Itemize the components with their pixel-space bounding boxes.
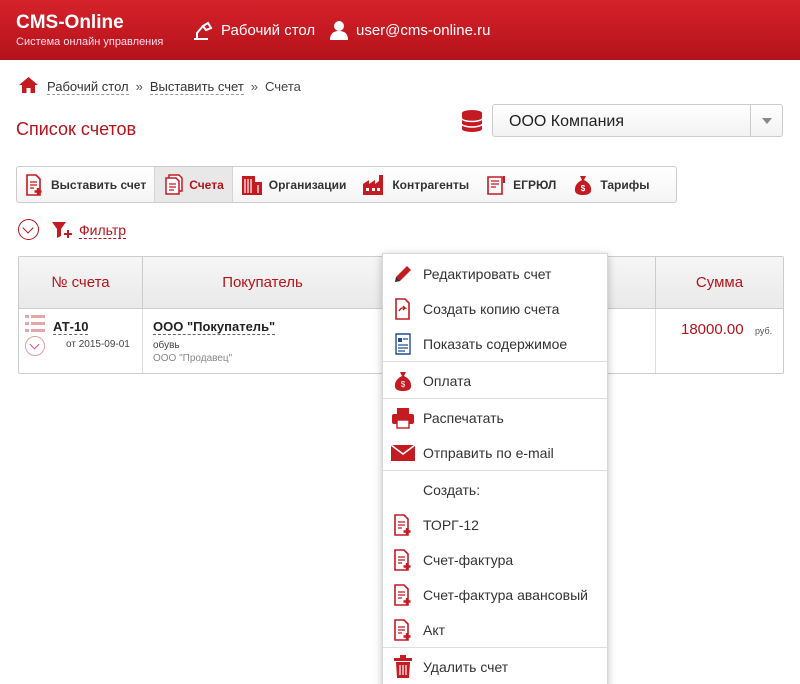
building-icon <box>241 174 263 196</box>
toolbar-organizations-label: Организации <box>268 177 347 192</box>
database-icon <box>460 109 484 136</box>
column-header-buyer[interactable]: Покупатель <box>143 257 383 308</box>
toolbar-invoices-button[interactable]: Счета <box>154 167 233 202</box>
filter-link[interactable]: Фильтр <box>79 222 127 239</box>
page-title: Список счетов <box>16 119 137 139</box>
factory-icon <box>362 174 386 196</box>
toolbar-tariffs-label: Тарифы <box>600 177 650 192</box>
breadcrumb: Рабочий стол » Выставить счет » Счета <box>18 76 301 97</box>
list-menu-icon[interactable] <box>25 315 45 336</box>
trash-icon <box>383 654 423 679</box>
money-bag-icon: $ <box>572 174 594 196</box>
row-expand-button[interactable] <box>25 336 45 356</box>
menu-item-label: Счет-фактура авансовый <box>423 586 588 603</box>
menu-item-advance-invoice[interactable]: Счет-фактура авансовый <box>383 577 607 612</box>
buyer-link[interactable]: ООО "Покупатель" <box>153 319 276 335</box>
expand-toggle-button[interactable] <box>18 219 39 240</box>
column-header-amount[interactable]: Сумма <box>655 257 783 308</box>
company-select-value: ООО Компания <box>509 113 624 130</box>
column-divider <box>142 309 143 373</box>
chevron-down-icon[interactable] <box>750 105 782 136</box>
breadcrumb-desktop[interactable]: Рабочий стол <box>47 79 129 95</box>
toolbar-counterparties-button[interactable]: Контрагенты <box>354 167 477 202</box>
desktop-link-label: Рабочий стол <box>221 21 316 39</box>
invoice-amount: 18000.00 <box>681 321 744 338</box>
home-icon[interactable] <box>18 76 39 97</box>
top-header: CMS-Online Система онлайн управления Раб… <box>0 0 800 60</box>
invoice-add-icon <box>25 173 45 196</box>
money-bag-icon: $ <box>383 370 423 392</box>
menu-divider <box>383 647 607 648</box>
filter-icon[interactable] <box>51 220 73 243</box>
invoice-currency: руб. <box>755 326 773 336</box>
menu-item-copy[interactable]: Создать копию счета <box>383 291 607 326</box>
menu-section-create: Создать: <box>423 482 481 498</box>
toolbar-organizations-button[interactable]: Организации <box>233 167 355 202</box>
menu-divider <box>383 470 607 471</box>
logo-subtitle: Система онлайн управления <box>16 36 164 48</box>
envelope-icon <box>383 443 423 462</box>
menu-divider <box>383 361 607 362</box>
menu-item-label: ТОРГ-12 <box>423 516 479 533</box>
toolbar-issue-invoice-label: Выставить счет <box>51 177 147 192</box>
main-toolbar: Выставить счет Счета Организации Контраг… <box>16 166 677 203</box>
document-add-icon <box>383 548 423 571</box>
pencil-icon <box>383 263 423 285</box>
copy-document-icon <box>383 297 423 320</box>
menu-item-label: Удалить счет <box>423 658 509 675</box>
breadcrumb-current: Счета <box>265 79 301 94</box>
menu-item-invoice-facture[interactable]: Счет-фактура <box>383 542 607 577</box>
printer-icon <box>383 407 423 429</box>
user-account-link[interactable]: user@cms-online.ru <box>330 20 490 40</box>
menu-item-label: Оплата <box>423 372 472 389</box>
menu-item-send-email[interactable]: Отправить по e-mail <box>383 435 607 470</box>
breadcrumb-separator: » <box>250 79 259 94</box>
documents-icon <box>163 173 183 196</box>
registry-icon <box>485 174 507 196</box>
menu-item-edit[interactable]: Редактировать счет <box>383 256 607 291</box>
menu-item-label: Отправить по e-mail <box>423 444 554 461</box>
menu-item-label: Создать копию счета <box>423 300 560 317</box>
column-header-number[interactable]: № счета <box>19 257 143 308</box>
menu-item-delete[interactable]: Удалить счет <box>383 649 607 684</box>
logo-title[interactable]: CMS-Online <box>16 12 124 34</box>
document-add-icon <box>383 583 423 606</box>
menu-item-label: Акт <box>423 621 446 638</box>
toolbar-egrul-label: ЕГРЮЛ <box>513 177 557 192</box>
menu-item-show-contents[interactable]: Показать содержимое <box>383 326 607 361</box>
toolbar-invoices-label: Счета <box>189 177 224 192</box>
menu-item-print[interactable]: Распечатать <box>383 400 607 435</box>
menu-item-payment[interactable]: $ Оплата <box>383 363 607 398</box>
menu-item-label: Распечатать <box>423 409 504 426</box>
user-icon <box>330 20 348 40</box>
seller-name: ООО "Продавец" <box>153 353 233 364</box>
menu-item-act[interactable]: Акт <box>383 612 607 647</box>
breadcrumb-separator: » <box>135 79 143 94</box>
menu-item-label: Показать содержимое <box>423 335 568 352</box>
company-select[interactable]: ООО Компания <box>492 104 783 137</box>
toolbar-egrul-button[interactable]: ЕГРЮЛ <box>477 167 564 202</box>
invoice-number-link[interactable]: АТ-10 <box>53 319 89 335</box>
invoice-date: от 2015-09-01 <box>66 339 130 350</box>
goods-description: обувь <box>153 340 180 351</box>
svg-text:$: $ <box>401 380 406 389</box>
toolbar-tariffs-button[interactable]: $ Тарифы <box>564 167 657 202</box>
invoice-context-menu: Редактировать счет Создать копию счета П… <box>382 253 608 684</box>
menu-item-label: Редактировать счет <box>423 265 552 282</box>
svg-text:$: $ <box>581 184 586 193</box>
user-email: user@cms-online.ru <box>356 21 491 39</box>
toolbar-issue-invoice-button[interactable]: Выставить счет <box>17 167 154 202</box>
document-add-icon <box>383 513 423 536</box>
toolbar-counterparties-label: Контрагенты <box>392 177 470 192</box>
menu-divider <box>383 398 607 399</box>
column-divider <box>655 309 656 373</box>
document-add-icon <box>383 618 423 641</box>
document-lines-icon <box>383 332 423 355</box>
desktop-link[interactable]: Рабочий стол <box>191 20 315 40</box>
menu-item-label: Счет-фактура <box>423 551 514 568</box>
breadcrumb-issue-invoice[interactable]: Выставить счет <box>149 79 244 95</box>
menu-item-torg12[interactable]: ТОРГ-12 <box>383 507 607 542</box>
desk-lamp-icon <box>191 20 213 40</box>
